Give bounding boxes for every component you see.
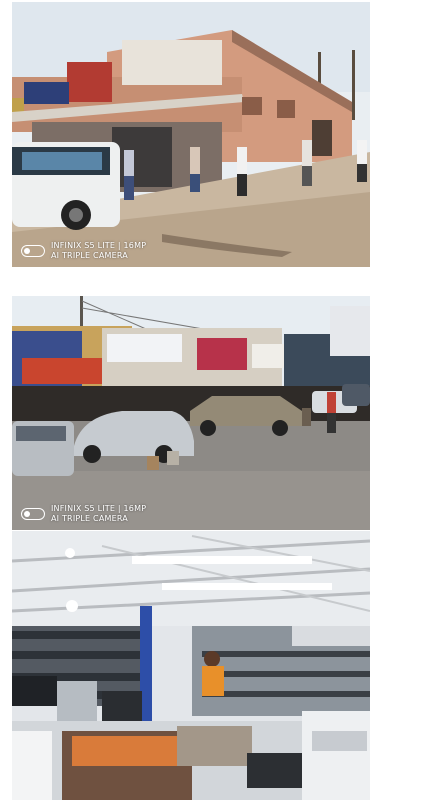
watermark-model: INFINIX S5 LITE | 16MP [51,504,147,513]
camera-watermark: INFINIX S5 LITE | 16MP AI TRIPLE CAMERA [21,241,146,261]
storefront-photo: INFINIX S5 LITE | 16MP AI TRIPLE CAMERA [12,2,370,267]
shop-interior-scene [12,531,370,800]
watermark-model: INFINIX S5 LITE | 16MP [51,241,147,250]
watermark-camera: AI TRIPLE CAMERA [51,251,128,260]
camera-logo-icon [21,508,45,520]
watermark-camera: AI TRIPLE CAMERA [51,514,128,523]
camera-logo-icon [21,245,45,257]
market-parking-photo: INFINIX S5 LITE | 16MP AI TRIPLE CAMERA [12,296,370,530]
shop-interior-photo [12,531,370,800]
storefront-scene [12,2,370,267]
market-parking-scene [12,296,370,530]
camera-watermark: INFINIX S5 LITE | 16MP AI TRIPLE CAMERA [21,504,146,524]
